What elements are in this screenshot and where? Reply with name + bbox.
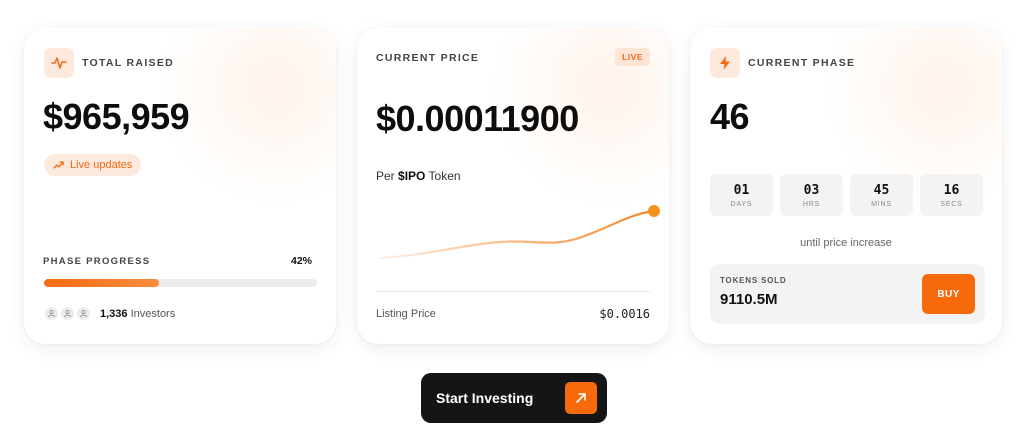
- total-raised-card: TOTAL RAISED $965,959 Live updates PHASE…: [24, 28, 336, 344]
- tokens-sold-label: TOKENS SOLD: [720, 276, 787, 285]
- countdown-timer: 01 DAYS 03 HRS 45 MINS 16 SECS: [710, 174, 983, 216]
- current-phase-card: CURRENT PHASE 46 01 DAYS 03 HRS 45 MINS …: [690, 28, 1002, 344]
- countdown-value: 03: [803, 182, 820, 198]
- countdown-unit: HRS: [802, 200, 821, 208]
- activity-pulse-icon: [44, 48, 74, 78]
- investors-label: Investors: [130, 307, 176, 320]
- countdown-minutes: 45 MINS: [850, 174, 913, 216]
- price-trend-line: [379, 205, 660, 260]
- countdown-days: 01 DAYS: [710, 174, 773, 216]
- tokens-sold-panel: TOKENS SOLD 9110.5M BUY: [710, 264, 985, 324]
- start-investing-label: Start Investing: [436, 390, 534, 406]
- live-updates-pill: Live updates: [44, 154, 142, 176]
- token-symbol: $IPO: [398, 169, 426, 183]
- live-badge: LIVE: [615, 48, 650, 66]
- investors-row: 1,336 Investors: [44, 306, 175, 321]
- divider: [376, 291, 650, 292]
- total-raised-label: TOTAL RAISED: [82, 57, 175, 69]
- phase-progress-label: PHASE PROGRESS: [43, 256, 151, 267]
- countdown-value: 45: [873, 182, 890, 198]
- current-price-card: CURRENT PRICE LIVE $0.00011900 Per $IPO …: [357, 28, 669, 344]
- current-phase-number: 46: [710, 96, 750, 137]
- trending-up-icon: [53, 161, 64, 169]
- until-price-increase-text: until price increase: [800, 237, 892, 249]
- countdown-unit: SECS: [940, 200, 963, 208]
- countdown-value: 16: [943, 182, 960, 198]
- phase-progress-percent: 42%: [290, 255, 312, 267]
- investor-avatars: [44, 306, 92, 321]
- user-icon: [76, 306, 91, 321]
- countdown-value: 01: [733, 182, 750, 198]
- buy-button[interactable]: BUY: [922, 274, 975, 314]
- countdown-hours: 03 HRS: [780, 174, 843, 216]
- phase-progress-bar: [44, 279, 317, 287]
- phase-progress-fill: [44, 279, 159, 287]
- countdown-seconds: 16 SECS: [920, 174, 983, 216]
- countdown-unit: MINS: [871, 200, 892, 208]
- current-price-amount: $0.00011900: [376, 98, 579, 139]
- current-phase-label: CURRENT PHASE: [748, 57, 856, 69]
- token-suffix: Token: [428, 169, 461, 183]
- user-icon: [60, 306, 75, 321]
- tokens-sold-value: 9110.5M: [720, 291, 778, 308]
- per-token-text: Per $IPO Token: [376, 169, 461, 183]
- live-updates-text: Live updates: [70, 159, 133, 171]
- arrow-up-right-icon: [565, 382, 597, 414]
- listing-price-value: $0.0016: [599, 307, 650, 321]
- current-price-label: CURRENT PRICE: [376, 52, 480, 64]
- per-prefix: Per: [376, 169, 395, 183]
- user-icon: [44, 306, 59, 321]
- investors-count: 1,336: [100, 307, 128, 320]
- listing-price-label: Listing Price: [376, 308, 436, 320]
- start-investing-button[interactable]: Start Investing: [421, 373, 607, 423]
- countdown-unit: DAYS: [730, 200, 753, 208]
- price-current-dot: [648, 205, 660, 217]
- total-raised-amount: $965,959: [43, 96, 190, 137]
- lightning-bolt-icon: [710, 48, 740, 78]
